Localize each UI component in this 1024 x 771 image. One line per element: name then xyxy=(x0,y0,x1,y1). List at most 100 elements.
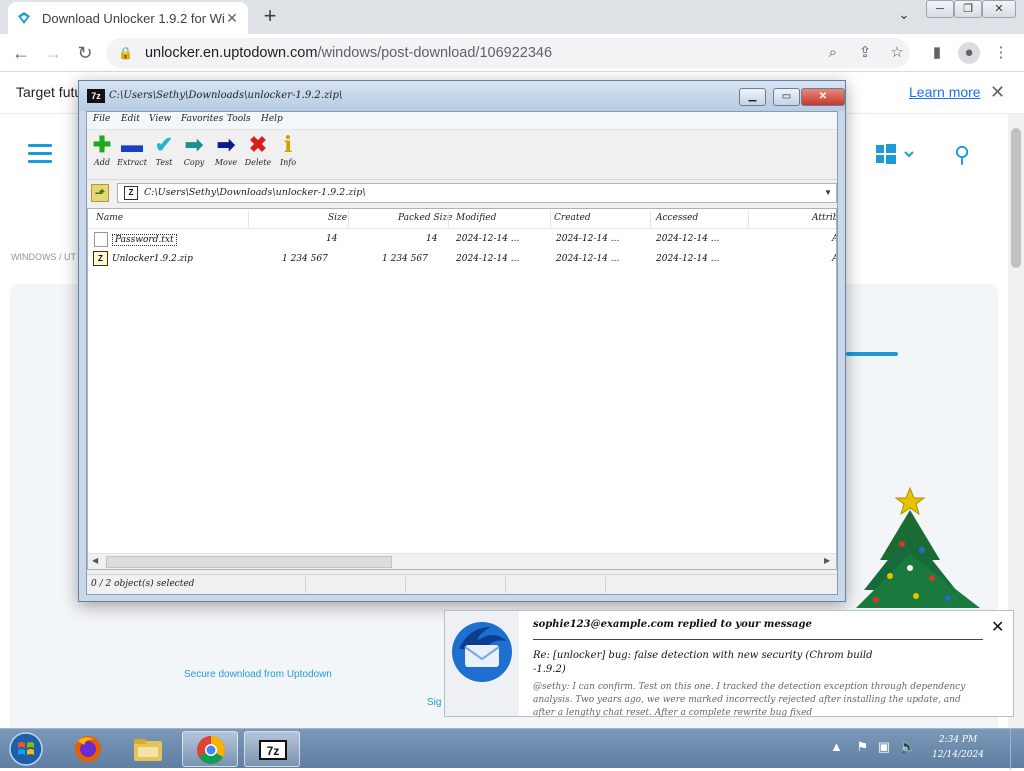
menu-view[interactable]: View xyxy=(149,114,171,124)
scroll-right-icon[interactable]: ▶ xyxy=(824,556,830,565)
taskbar-chrome-button[interactable] xyxy=(182,731,238,767)
file-name: Password.txt xyxy=(112,234,177,246)
address-bar[interactable]: 🔒 unlocker.en.uptodown.com/windows/post-… xyxy=(106,38,910,68)
file-created: 2024-12-14 ... xyxy=(556,234,620,244)
horizontal-scroll-thumb[interactable] xyxy=(106,556,392,568)
tab-close-icon[interactable]: ✕ xyxy=(224,10,240,27)
notification-subject: Re: [unlocker] bug: false detection with… xyxy=(533,650,873,675)
close-window-button[interactable]: ✕ xyxy=(982,0,1016,18)
network-icon[interactable]: ▣ xyxy=(878,739,890,754)
add-button[interactable]: ✚ Add xyxy=(87,132,117,167)
file-packed-size: 14 xyxy=(426,234,438,244)
path-combobox[interactable]: Z C:\Users\Sethy\Downloads\unlocker-1.9.… xyxy=(117,183,837,203)
site-search-icon[interactable]: ⚲ xyxy=(954,142,970,168)
windows-platform-icon[interactable] xyxy=(876,144,916,166)
7zip-minimize-button[interactable]: ▁ xyxy=(739,88,766,106)
scroll-left-icon[interactable]: ◀ xyxy=(92,556,98,565)
kebab-menu-icon[interactable]: ⋮ xyxy=(990,42,1012,64)
col-accessed[interactable]: Accessed xyxy=(656,213,698,223)
7zip-status-bar: 0 / 2 object(s) selected xyxy=(87,574,837,594)
taskbar-7zip-button[interactable]: 7z xyxy=(244,731,300,767)
reload-button[interactable]: ↻ xyxy=(72,40,98,66)
copy-button[interactable]: ➡ Copy xyxy=(179,132,209,167)
lock-icon[interactable]: 🔒 xyxy=(118,46,133,60)
7zip-close-button[interactable]: ✕ xyxy=(801,88,845,106)
col-created[interactable]: Created xyxy=(554,213,591,223)
show-desktop-button[interactable] xyxy=(1010,729,1024,769)
zip-file-icon: Z xyxy=(93,251,108,266)
status-divider xyxy=(505,577,506,593)
file-accessed: 2024-12-14 ... xyxy=(656,234,720,244)
bookmark-star-icon[interactable]: ☆ xyxy=(886,42,908,64)
learn-more-link[interactable]: Learn more xyxy=(909,84,981,100)
share-icon[interactable]: ⇪ xyxy=(854,42,876,64)
col-attributes[interactable]: Attributes xyxy=(812,213,836,223)
delete-button[interactable]: ✖ Delete xyxy=(243,132,273,167)
zoom-search-icon[interactable]: ⌕ xyxy=(822,42,844,64)
col-divider[interactable] xyxy=(348,211,349,227)
move-button[interactable]: ➡ Move xyxy=(211,132,241,167)
breadcrumb[interactable]: WINDOWS / UT xyxy=(11,252,76,262)
start-button-icon[interactable] xyxy=(6,731,46,767)
menu-help[interactable]: Help xyxy=(261,114,283,124)
back-button[interactable]: ← xyxy=(8,40,34,66)
clock-time: 2:34 PM xyxy=(938,735,978,745)
tray-overflow-icon[interactable]: ▲ xyxy=(830,739,843,754)
horizontal-scrollbar[interactable]: ◀ ▶ xyxy=(88,553,836,569)
action-center-flag-icon[interactable]: ⚑ xyxy=(857,739,869,754)
col-divider[interactable] xyxy=(748,211,749,227)
restore-button[interactable]: ❐ xyxy=(954,0,982,18)
taskbar: 7z ▲ ⚑ ▣ 🔈 2:34 PM 12/14/2024 xyxy=(0,728,1024,769)
folder-up-icon[interactable]: ⬏ xyxy=(91,184,109,202)
status-divider xyxy=(405,577,406,593)
page-scrollbar-thumb[interactable] xyxy=(1011,128,1021,268)
minimize-button[interactable]: ─ xyxy=(926,0,954,18)
taskbar-explorer-button[interactable] xyxy=(120,731,176,767)
path-dropdown-icon[interactable]: ▼ xyxy=(824,188,832,197)
system-tray: ▲ ⚑ ▣ 🔈 xyxy=(830,739,916,755)
col-packed-size[interactable]: Packed Size xyxy=(398,213,453,223)
copy-label: Copy xyxy=(183,158,205,167)
taskbar-firefox-button[interactable] xyxy=(60,731,116,767)
notification-divider xyxy=(533,639,983,640)
notification-close-icon[interactable]: ✕ xyxy=(991,617,1004,637)
forward-button[interactable]: → xyxy=(40,40,66,66)
table-row[interactable]: Password.txt 14 14 2024-12-14 ... 2024-1… xyxy=(88,230,836,250)
profile-avatar-icon[interactable]: ● xyxy=(958,42,980,64)
col-name[interactable]: Name xyxy=(96,213,123,223)
col-divider[interactable] xyxy=(650,211,651,227)
new-tab-button[interactable]: + xyxy=(258,4,282,28)
col-size[interactable]: Size xyxy=(328,213,347,223)
test-button[interactable]: ✔ Test xyxy=(149,132,179,167)
7zip-title-bar[interactable]: 7z C:\Users\Sethy\Downloads\unlocker-1.9… xyxy=(79,81,845,111)
browser-tab[interactable]: Download Unlocker 1.9.2 for Wir ✕ xyxy=(8,2,248,34)
menu-file[interactable]: File xyxy=(93,114,110,124)
sign-in-link[interactable]: Sig xyxy=(427,697,441,708)
info-i-icon: i xyxy=(283,132,293,158)
file-list[interactable]: Name Size Packed Size Modified Created A… xyxy=(87,208,837,570)
extract-button[interactable]: ▬ Extract xyxy=(117,132,147,167)
infobar-close-icon[interactable]: ✕ xyxy=(990,82,1005,103)
col-divider[interactable] xyxy=(550,211,551,227)
side-panel-icon[interactable]: ▮ xyxy=(926,42,948,64)
firefox-icon xyxy=(75,736,101,762)
hamburger-menu-icon[interactable] xyxy=(28,144,52,164)
menu-edit[interactable]: Edit xyxy=(121,114,140,124)
col-modified[interactable]: Modified xyxy=(456,213,496,223)
volume-icon[interactable]: 🔈 xyxy=(900,739,916,754)
7zip-maximize-button[interactable]: ▭ xyxy=(773,88,800,106)
clock-date: 12/14/2024 xyxy=(932,750,984,760)
col-divider[interactable] xyxy=(448,211,449,227)
file-attributes: A xyxy=(832,234,836,244)
menu-favorites[interactable]: Favorites xyxy=(181,114,223,124)
col-divider[interactable] xyxy=(248,211,249,227)
mail-notification[interactable]: sophie123@example.com replied to your me… xyxy=(444,610,1014,718)
info-button[interactable]: i Info xyxy=(273,132,303,167)
delete-x-icon: ✖ xyxy=(248,132,268,157)
taskbar-clock[interactable]: 2:34 PM 12/14/2024 xyxy=(930,733,986,763)
menu-tools[interactable]: Tools xyxy=(227,114,251,124)
table-row[interactable]: Z Unlocker1.9.2.zip 1 234 567 1 234 567 … xyxy=(88,250,836,270)
tab-search-chevron-icon[interactable]: ⌄ xyxy=(894,6,914,26)
test-check-icon: ✔ xyxy=(154,132,174,157)
file-list-header: Name Size Packed Size Modified Created A… xyxy=(88,209,836,229)
